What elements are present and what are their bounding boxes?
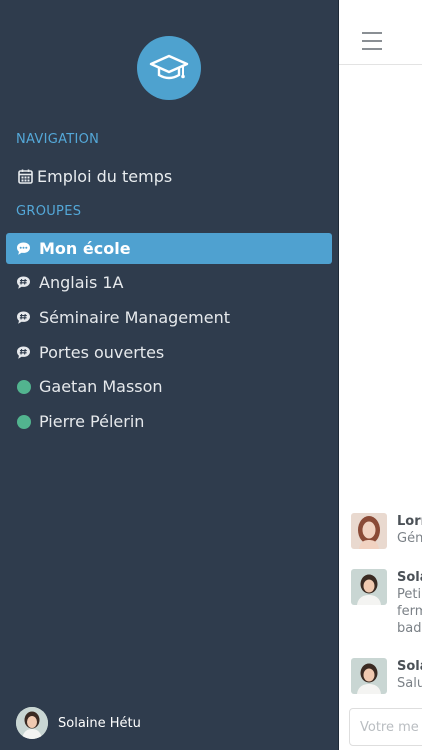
- contact-item-label: Gaetan Masson: [39, 377, 163, 396]
- group-chat-icon: [16, 345, 31, 360]
- hamburger-icon[interactable]: [362, 32, 382, 56]
- graduation-cap-icon: [149, 54, 189, 80]
- navigation-drawer: NAVIGATION Emploi du temps GROUPES Mon é…: [0, 0, 338, 750]
- message-line: Peti: [397, 587, 422, 602]
- message-author: Sola: [397, 659, 422, 674]
- group-item-mon-ecole[interactable]: Mon école: [6, 233, 332, 264]
- group-item-label: Séminaire Management: [39, 308, 230, 327]
- group-item-label: Anglais 1A: [39, 273, 124, 292]
- group-item-seminaire-management[interactable]: Séminaire Management: [6, 302, 332, 333]
- message-line: Salu: [397, 676, 422, 691]
- navigation-section-label: NAVIGATION: [16, 132, 100, 147]
- groups-section-label: GROUPES: [16, 204, 82, 219]
- message-author: Sola: [397, 570, 422, 585]
- main-content: Lorr Gén Sola Peti ferm badg: [338, 0, 422, 750]
- calendar-icon: [18, 169, 33, 184]
- online-dot-icon: [16, 379, 31, 394]
- current-user-name: Solaine Hétu: [58, 715, 141, 731]
- message-line: Gén: [397, 531, 422, 546]
- online-dot-icon: [16, 414, 31, 429]
- avatar: [351, 658, 387, 694]
- message-item: Sola Salu: [351, 658, 422, 694]
- contact-item-gaetan-masson[interactable]: Gaetan Masson: [6, 371, 332, 402]
- contact-item-label: Pierre Pélerin: [39, 412, 145, 431]
- group-chat-icon: [16, 310, 31, 325]
- message-item: Sola Peti ferm badg: [351, 569, 422, 637]
- avatar: [351, 513, 387, 549]
- chat-bubble-icon: [16, 241, 31, 256]
- top-bar: [339, 0, 422, 65]
- app-logo: [137, 36, 201, 100]
- group-item-portes-ouvertes[interactable]: Portes ouvertes: [6, 337, 332, 368]
- group-chat-icon: [16, 275, 31, 290]
- message-line: badg: [397, 621, 422, 636]
- current-user[interactable]: Solaine Hétu: [16, 707, 141, 739]
- group-item-label: Portes ouvertes: [39, 343, 165, 362]
- group-item-label: Mon école: [39, 239, 131, 258]
- message-line: ferm: [397, 604, 422, 619]
- message-author: Lorr: [397, 514, 422, 529]
- avatar: [16, 707, 48, 739]
- avatar: [351, 569, 387, 605]
- contact-item-pierre-pelerin[interactable]: Pierre Pélerin: [6, 406, 332, 437]
- nav-item-emploi-du-temps[interactable]: Emploi du temps: [18, 164, 172, 188]
- message-item: Lorr Gén: [351, 513, 422, 549]
- nav-item-label: Emploi du temps: [37, 166, 173, 186]
- group-item-anglais-1a[interactable]: Anglais 1A: [6, 267, 332, 298]
- message-input[interactable]: Votre me: [349, 708, 422, 746]
